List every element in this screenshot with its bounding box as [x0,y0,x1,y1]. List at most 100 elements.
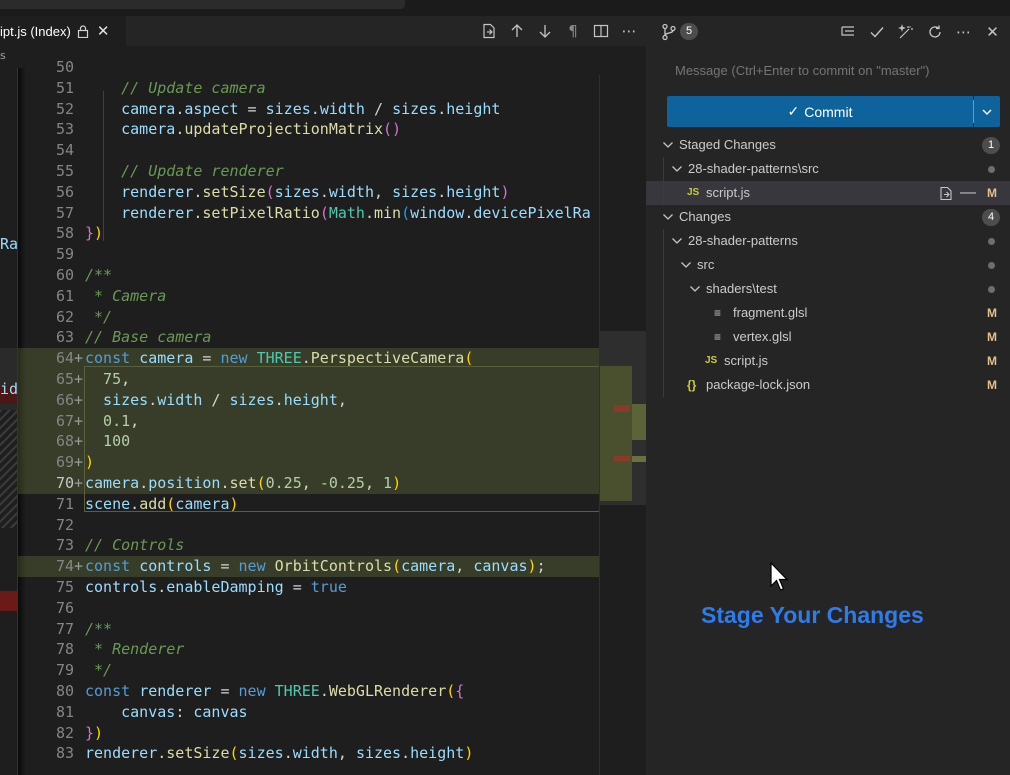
folder-src[interactable]: src [646,253,1010,277]
view-as-tree-icon[interactable] [838,22,857,41]
code-line[interactable]: 69+) [18,452,613,473]
code-line[interactable]: 61 * Camera [18,286,613,307]
code-token: . [275,391,284,409]
chevron-down-icon[interactable] [687,277,703,301]
section-changes[interactable]: Changes4 [646,205,1010,229]
chevron-down-icon[interactable] [660,133,676,157]
code-line[interactable]: 65+ 75, [18,369,613,390]
code-line[interactable]: 81 canvas: canvas [18,702,613,723]
code-token: // Update camera [85,79,266,97]
whitespace-toggle-icon[interactable]: ¶ [564,22,582,40]
file-script-js[interactable]: JSscript.jsM— [646,181,1010,205]
code-line[interactable]: 63// Base camera [18,327,613,348]
added-line-marker: + [74,431,85,452]
folder-28-shader-patterns-src[interactable]: 28-shader-patterns\src [646,157,1010,181]
chevron-down-icon[interactable] [660,205,676,229]
code-line[interactable]: 73// Controls [18,535,613,556]
code-line[interactable]: 71scene.add(camera) [18,494,613,515]
commit-button[interactable]: ✓ Commit [667,96,973,127]
code-token: camera [139,349,193,367]
folder-status-dot [988,286,995,293]
code-line[interactable]: 68+ 100 [18,431,613,452]
code-line[interactable]: 80const renderer = new THREE.WebGLRender… [18,681,613,702]
code-line[interactable]: 60/** [18,265,613,286]
code-line[interactable]: 78 * Renderer [18,639,613,660]
code-token: ( [230,744,239,762]
previous-change-icon[interactable] [508,22,526,40]
title-strip-fragment [0,0,405,9]
code-line[interactable]: 76 [18,598,613,619]
next-change-icon[interactable] [536,22,554,40]
file-vertex-glsl[interactable]: ≡vertex.glslM [646,325,1010,349]
code-token: sizes [266,100,311,118]
minimap-added-marker [632,456,647,462]
code-line[interactable]: 72 [18,515,613,536]
generate-message-icon[interactable] [896,22,915,41]
code-token: = [193,349,220,367]
code-line[interactable]: 83renderer.setSize(sizes.width, sizes.he… [18,743,613,764]
code-text: controls.enableDamping = true [85,577,347,598]
code-line[interactable]: 67+ 0.1, [18,411,613,432]
file-fragment-glsl[interactable]: ≡fragment.glslM [646,301,1010,325]
code-line[interactable]: 52 camera.aspect = sizes.width / sizes.h… [18,99,613,120]
file-package-lock-json[interactable]: {}package-lock.jsonM [646,373,1010,397]
code-line[interactable]: 64+const camera = new THREE.PerspectiveC… [18,348,613,369]
code-token: . [130,495,139,513]
code-token: setSize [202,183,265,201]
close-panel-icon[interactable]: ✕ [983,22,1002,41]
more-actions-icon[interactable]: ⋯ [620,22,638,40]
chevron-down-icon[interactable] [669,157,685,181]
chevron-down-icon[interactable] [678,253,694,277]
commit-check-icon[interactable] [867,22,886,41]
open-file-icon[interactable] [480,22,498,40]
code-line[interactable]: 75controls.enableDamping = true [18,577,613,598]
code-line[interactable]: 54 [18,140,613,161]
code-token: . [437,100,446,118]
original-code-fragment: Ra [0,235,18,253]
code-editor[interactable]: 5051 // Update camera52 camera.aspect = … [18,57,613,764]
code-line[interactable]: 57 renderer.setPixelRatio(Math.min(windo… [18,203,613,224]
code-line[interactable]: 56 renderer.setSize(sizes.width, sizes.h… [18,182,613,203]
code-line[interactable]: 74+const controls = new OrbitControls(ca… [18,556,613,577]
commit-message-input[interactable] [667,57,1000,83]
code-line[interactable]: 55 // Update renderer [18,161,613,182]
chevron-down-icon[interactable] [669,229,685,253]
code-token: */ [85,308,112,326]
code-line[interactable]: 79 */ [18,660,613,681]
code-line[interactable]: 50 [18,57,613,78]
folder-28-shader-patterns[interactable]: 28-shader-patterns [646,229,1010,253]
more-actions-icon[interactable]: ⋯ [954,22,973,41]
editor-actions: ¶ ⋯ [480,16,638,46]
code-token: () [383,120,401,138]
scm-actions: ⋯ ✕ [838,22,1002,41]
code-token: updateProjectionMatrix [184,120,383,138]
tab-script-index[interactable]: ipt.js (Index) ✕ [0,16,126,46]
code-line[interactable]: 70+camera.position.set(0.25, -0.25, 1) [18,473,613,494]
code-token: , [455,557,473,575]
code-token: renderer [85,744,157,762]
code-token: aspect [184,100,238,118]
split-editor-icon[interactable] [592,22,610,40]
section-staged-changes[interactable]: Staged Changes1 [646,133,1010,157]
refresh-icon[interactable] [925,22,944,41]
code-token: } [85,224,94,242]
code-line[interactable]: 58}) [18,223,613,244]
minimap[interactable] [599,75,646,775]
folder-shaders-test[interactable]: shaders\test [646,277,1010,301]
code-line[interactable]: 59 [18,244,613,265]
code-text: */ [85,660,112,681]
code-token: /** [85,620,112,638]
code-token: renderer [85,183,193,201]
code-line[interactable]: 51 // Update camera [18,78,613,99]
code-text: renderer.setPixelRatio(Math.min(window.d… [85,203,591,224]
line-number: 58 [18,223,74,244]
code-line[interactable]: 66+ sizes.width / sizes.height, [18,390,613,411]
tab-close-icon[interactable]: ✕ [97,22,110,40]
commit-dropdown-button[interactable] [974,96,1000,127]
code-token: sizes [239,744,284,762]
code-line[interactable]: 77/** [18,619,613,640]
file-script-js[interactable]: JSscript.jsM [646,349,1010,373]
code-line[interactable]: 62 */ [18,307,613,328]
code-line[interactable]: 82}) [18,723,613,744]
code-line[interactable]: 53 camera.updateProjectionMatrix() [18,119,613,140]
